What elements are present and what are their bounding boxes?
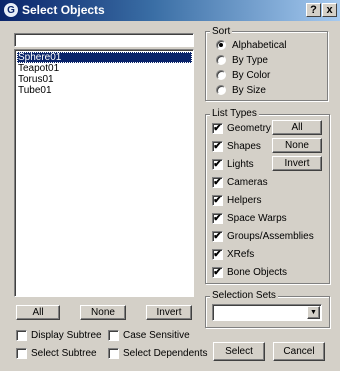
bone-objects-checkbox[interactable]: ✔ xyxy=(212,267,223,278)
select-dependents-label: Select Dependents xyxy=(123,348,208,359)
app-icon: G xyxy=(3,2,19,18)
select-subtree-checkbox[interactable] xyxy=(16,348,27,359)
xrefs-checkbox[interactable]: ✔ xyxy=(212,249,223,260)
xrefs-label: XRefs xyxy=(227,249,255,260)
dropdown-arrow-glyph: ▼ xyxy=(310,309,317,316)
case-sensitive-label: Case Sensitive xyxy=(123,330,190,341)
sort-group-title: Sort xyxy=(210,26,233,37)
list-none-button[interactable]: None xyxy=(80,305,126,320)
select-subtree-label: Select Subtree xyxy=(31,348,97,359)
list-types-title: List Types xyxy=(210,108,259,119)
list-types-invert-button[interactable]: Invert xyxy=(272,156,322,171)
groups-assemblies-label: Groups/Assemblies xyxy=(227,231,314,242)
lights-label: Lights xyxy=(227,159,254,170)
space-warps-checkbox[interactable]: ✔ xyxy=(212,213,223,224)
helpers-checkbox[interactable]: ✔ xyxy=(212,195,223,206)
close-button[interactable]: x xyxy=(322,3,337,17)
list-types-none-button[interactable]: None xyxy=(272,138,322,153)
lights-checkbox[interactable]: ✔ xyxy=(212,159,223,170)
sort-by-type-radio[interactable] xyxy=(216,55,226,65)
list-item[interactable]: Tube01 xyxy=(17,85,192,96)
sort-by-type-label: By Type xyxy=(232,55,268,66)
helpers-label: Helpers xyxy=(227,195,262,206)
cameras-checkbox[interactable]: ✔ xyxy=(212,177,223,188)
name-filter-input[interactable] xyxy=(14,33,194,47)
shapes-label: Shapes xyxy=(227,141,261,152)
cameras-label: Cameras xyxy=(227,177,268,188)
display-subtree-checkbox[interactable] xyxy=(16,330,27,341)
sort-alphabetical-label: Alphabetical xyxy=(232,40,287,51)
select-button[interactable]: Select xyxy=(213,342,265,361)
sort-by-color-label: By Color xyxy=(232,70,271,81)
case-sensitive-checkbox[interactable] xyxy=(108,330,119,341)
geometry-checkbox[interactable]: ✔ xyxy=(212,123,223,134)
shapes-checkbox[interactable]: ✔ xyxy=(212,141,223,152)
list-item[interactable]: Teapot01 xyxy=(17,63,192,74)
sort-alphabetical-radio[interactable] xyxy=(216,40,226,50)
display-subtree-label: Display Subtree xyxy=(31,330,102,341)
groups-assemblies-checkbox[interactable]: ✔ xyxy=(212,231,223,242)
space-warps-label: Space Warps xyxy=(227,213,287,224)
cancel-button[interactable]: Cancel xyxy=(273,342,325,361)
object-list[interactable]: Sphere01 Teapot01 Torus01 Tube01 xyxy=(14,49,194,297)
help-button[interactable]: ? xyxy=(306,3,321,17)
sort-by-size-radio[interactable] xyxy=(216,85,226,95)
list-invert-button[interactable]: Invert xyxy=(146,305,192,320)
window-title: Select Objects xyxy=(22,3,105,17)
list-types-all-button[interactable]: All xyxy=(272,120,322,135)
bone-objects-label: Bone Objects xyxy=(227,267,288,278)
selection-sets-dropdown[interactable]: ▼ xyxy=(212,304,322,321)
sort-by-color-radio[interactable] xyxy=(216,70,226,80)
select-dependents-checkbox[interactable] xyxy=(108,348,119,359)
chevron-down-icon[interactable]: ▼ xyxy=(307,306,320,319)
sort-by-size-label: By Size xyxy=(232,85,266,96)
title-bar: G Select Objects ? x xyxy=(0,0,340,21)
list-item[interactable]: Sphere01 xyxy=(17,52,192,63)
list-all-button[interactable]: All xyxy=(16,305,60,320)
list-item[interactable]: Torus01 xyxy=(17,74,192,85)
geometry-label: Geometry xyxy=(227,123,271,134)
selection-sets-title: Selection Sets xyxy=(210,290,278,301)
